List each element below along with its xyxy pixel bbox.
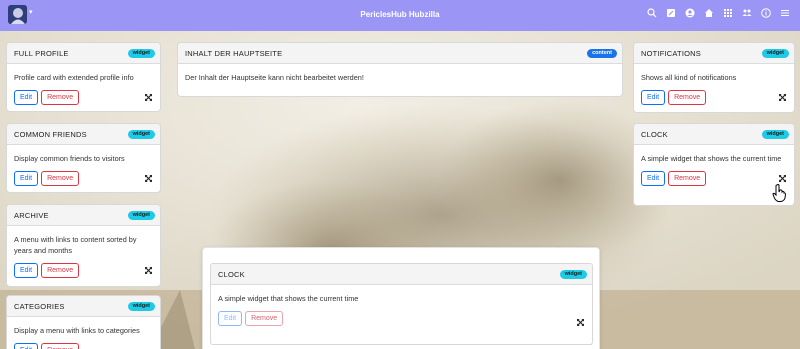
edit-button[interactable]: Edit <box>641 90 666 105</box>
widget-badge: widget <box>127 211 155 220</box>
card-description: Display a menu with links to categories <box>14 326 140 335</box>
card-description: Profile card with extended profile info <box>14 73 134 82</box>
remove-button[interactable]: Remove <box>41 343 80 349</box>
hand-cursor-icon <box>772 184 786 202</box>
dragging-widget-card-clock[interactable]: CLOCK widget A simple widget that shows … <box>210 263 593 345</box>
widget-card-common-friends: COMMON FRIENDS widget Display common fri… <box>6 123 161 193</box>
widget-card-notifications: NOTIFICATIONS widget Shows all kind of n… <box>633 42 795 113</box>
edit-button[interactable]: Edit <box>14 171 39 186</box>
remove-button[interactable]: Remove <box>245 311 284 326</box>
card-description: Der Inhalt der Hauptseite kann nicht bea… <box>185 73 364 82</box>
card-header[interactable]: NOTIFICATIONS widget <box>634 43 794 64</box>
card-header[interactable]: COMMON FRIENDS widget <box>7 124 160 145</box>
card-title: ARCHIVE <box>14 211 49 220</box>
card-header[interactable]: CATEGORIES widget <box>7 296 160 317</box>
card-header[interactable]: ARCHIVE widget <box>7 205 160 226</box>
move-arrows-icon[interactable] <box>779 175 786 182</box>
widget-card-clock: CLOCK widget A simple widget that shows … <box>633 123 795 206</box>
card-description: Shows all kind of notifications <box>641 73 737 82</box>
move-arrows-icon[interactable] <box>577 319 584 326</box>
move-arrows-icon[interactable] <box>145 175 152 182</box>
content-card-main: INHALT DER HAUPTSEITE content Der Inhalt… <box>177 42 623 97</box>
card-header[interactable]: CLOCK widget <box>634 124 794 145</box>
move-arrows-icon[interactable] <box>779 94 786 101</box>
pencil-square-icon[interactable] <box>666 8 676 21</box>
move-arrows-icon[interactable] <box>145 94 152 101</box>
widget-badge: widget <box>761 130 789 139</box>
card-title: COMMON FRIENDS <box>14 130 87 139</box>
card-title: CATEGORIES <box>14 302 65 311</box>
widget-badge: widget <box>559 270 587 279</box>
info-icon[interactable] <box>761 8 771 21</box>
home-icon[interactable] <box>704 8 714 21</box>
edit-button[interactable]: Edit <box>218 311 243 326</box>
edit-button[interactable]: Edit <box>641 171 666 186</box>
card-header[interactable]: FULL PROFILE widget <box>7 43 160 64</box>
remove-button[interactable]: Remove <box>668 90 707 105</box>
card-title: FULL PROFILE <box>14 49 69 58</box>
widget-badge: widget <box>761 49 789 58</box>
edit-button[interactable]: Edit <box>14 90 39 105</box>
edit-button[interactable]: Edit <box>14 263 39 278</box>
content-badge: content <box>587 49 617 58</box>
card-title: NOTIFICATIONS <box>641 49 701 58</box>
card-description: A simple widget that shows the current t… <box>641 154 782 163</box>
menu-icon[interactable] <box>780 8 790 21</box>
apps-grid-icon[interactable] <box>723 8 733 21</box>
remove-button[interactable]: Remove <box>668 171 707 186</box>
drag-preview-panel: CLOCK widget A simple widget that shows … <box>202 247 600 349</box>
widget-card-archive: ARCHIVE widget A menu with links to cont… <box>6 204 161 287</box>
person-circle-icon[interactable] <box>685 8 695 21</box>
move-arrows-icon[interactable] <box>145 267 152 274</box>
edit-button[interactable]: Edit <box>14 343 39 349</box>
navbar-icons <box>647 8 790 21</box>
card-description: A menu with links to content sorted by y… <box>14 235 137 255</box>
card-header[interactable]: CLOCK widget <box>211 264 592 285</box>
search-icon[interactable] <box>647 8 657 21</box>
widget-card-categories: CATEGORIES widget Display a menu with li… <box>6 295 161 349</box>
card-description: A simple widget that shows the current t… <box>218 294 359 303</box>
top-navbar: ▾ PericlesHub Hubzilla <box>0 0 800 31</box>
widget-badge: widget <box>127 49 155 58</box>
widget-badge: widget <box>127 302 155 311</box>
remove-button[interactable]: Remove <box>41 90 80 105</box>
card-title: CLOCK <box>641 130 668 139</box>
remove-button[interactable]: Remove <box>41 263 80 278</box>
card-title: CLOCK <box>218 270 245 279</box>
widget-badge: widget <box>127 130 155 139</box>
card-title: INHALT DER HAUPTSEITE <box>185 49 283 58</box>
widget-card-full-profile: FULL PROFILE widget Profile card with ex… <box>6 42 161 112</box>
remove-button[interactable]: Remove <box>41 171 80 186</box>
people-icon[interactable] <box>742 8 752 21</box>
card-header: INHALT DER HAUPTSEITE content <box>178 43 622 64</box>
card-description: Display common friends to visitors <box>14 154 125 163</box>
